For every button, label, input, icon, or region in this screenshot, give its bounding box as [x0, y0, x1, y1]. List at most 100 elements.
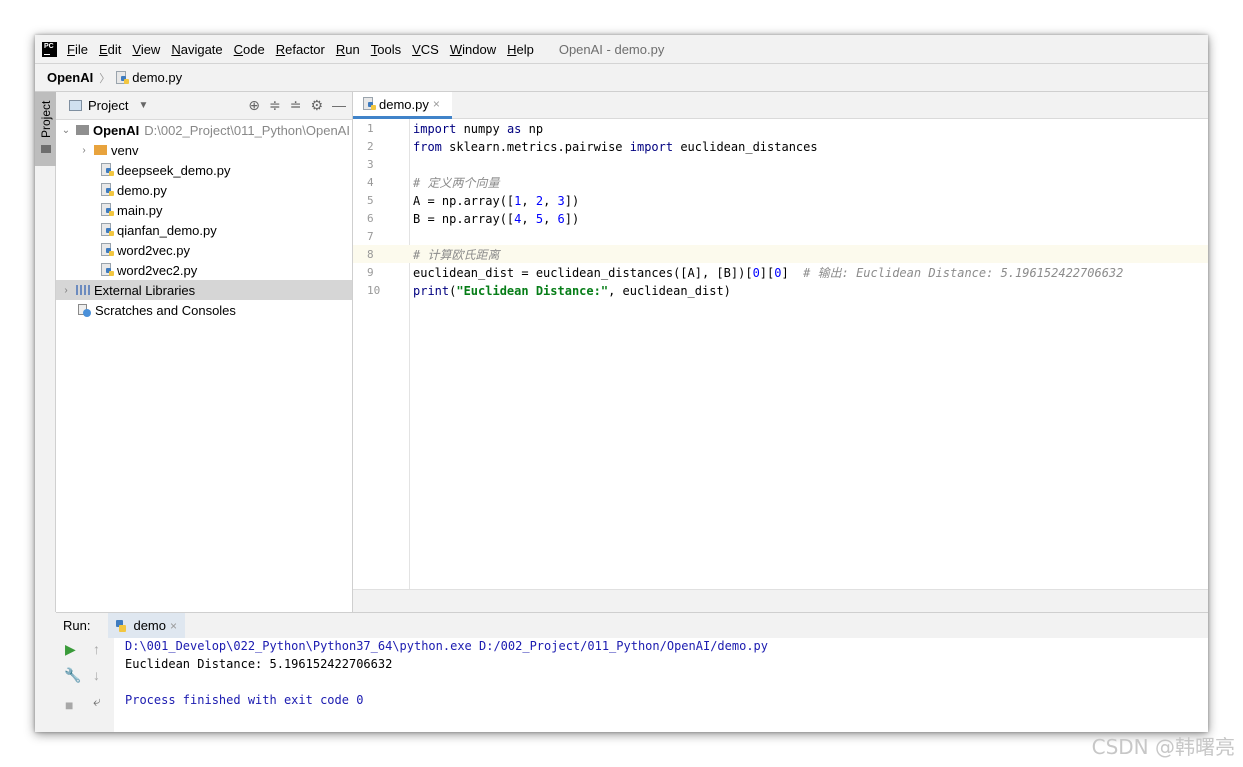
menu-window[interactable]: Window	[450, 42, 496, 57]
pycharm-logo-icon: PC	[42, 41, 57, 57]
gear-icon[interactable]: ⚙	[310, 97, 323, 114]
menu-bar: PC File Edit View Navigate Code Refactor…	[35, 35, 1208, 63]
tree-item-label: External Libraries	[94, 282, 196, 298]
tree-root-path: D:\002_Project\011_Python\OpenAI	[144, 122, 350, 138]
run-panel-header: Run: demo ×	[56, 612, 1208, 639]
up-arrow-icon[interactable]: ↑	[93, 641, 100, 657]
breadcrumb-project[interactable]: OpenAI	[47, 70, 93, 85]
line-number: 6	[367, 212, 374, 225]
tree-item-venv[interactable]: › venv	[56, 140, 352, 160]
tree-item-file[interactable]: word2vec2.py	[56, 260, 352, 280]
tree-item-file[interactable]: main.py	[56, 200, 352, 220]
tree-item-label: word2vec2.py	[117, 262, 198, 278]
menu-code[interactable]: Code	[234, 42, 265, 57]
window-title: OpenAI - demo.py	[558, 41, 665, 57]
editor-tab-bar: demo.py ×	[353, 92, 1208, 119]
project-panel-header: Project ▼ ⊕ ≑ ≐ ⚙ —	[56, 92, 352, 120]
code-area[interactable]: import numpy as np from sklearn.metrics.…	[409, 119, 1208, 589]
project-tool-tab-label: Project	[39, 100, 53, 138]
chevron-right-icon[interactable]: ›	[60, 285, 72, 296]
project-view-icon	[69, 100, 82, 111]
code-line-6: B = np.array([4, 5, 6])	[413, 212, 580, 226]
locate-icon[interactable]: ⊕	[248, 97, 260, 114]
rerun-icon[interactable]: ▶	[65, 641, 76, 658]
line-number: 7	[367, 230, 374, 243]
menu-file[interactable]: File	[67, 42, 88, 57]
code-line-10: print("Euclidean Distance:", euclidean_d…	[413, 284, 731, 298]
menu-vcs[interactable]: VCS	[412, 42, 439, 57]
collapse-all-icon[interactable]: ≐	[290, 97, 302, 114]
tree-root-name: OpenAI	[93, 122, 140, 138]
line-number: 9	[367, 266, 374, 279]
tree-item-label: main.py	[117, 202, 163, 218]
breadcrumb: OpenAI 〉 demo.py	[35, 63, 1208, 92]
line-number: 2	[367, 140, 374, 153]
menu-view[interactable]: View	[132, 42, 160, 57]
code-line-4: # 定义两个向量	[413, 176, 500, 190]
chevron-down-icon[interactable]: ⌄	[60, 125, 72, 136]
line-number: 3	[367, 158, 374, 171]
line-number-gutter: 1 2 3 4 5 6 7 8 9 10	[353, 119, 410, 589]
code-editor[interactable]: 1 2 3 4 5 6 7 8 9 10 import numpy as np …	[353, 119, 1208, 589]
python-logo-icon	[114, 619, 127, 633]
breadcrumb-file[interactable]: demo.py	[132, 70, 182, 85]
line-number: 10	[367, 284, 381, 297]
editor-tab-demo[interactable]: demo.py ×	[353, 92, 452, 119]
project-view-title[interactable]: Project	[88, 98, 128, 113]
python-file-icon	[101, 223, 114, 237]
folder-icon	[94, 145, 107, 155]
tree-item-label: venv	[111, 142, 139, 158]
python-file-icon	[101, 183, 114, 197]
line-number: 5	[367, 194, 374, 207]
run-console[interactable]: D:\001_Develop\022_Python\Python37_64\py…	[114, 638, 1208, 732]
tree-item-file[interactable]: demo.py	[56, 180, 352, 200]
tree-item-root[interactable]: ⌄ OpenAI D:\002_Project\011_Python\OpenA…	[56, 120, 352, 140]
ide-window: PC File Edit View Navigate Code Refactor…	[35, 35, 1208, 732]
code-line-5: A = np.array([1, 2, 3])	[413, 194, 580, 208]
folder-icon	[76, 125, 89, 135]
code-line-9: euclidean_dist = euclidean_distances([A]…	[413, 266, 1124, 280]
project-toolbar: ⊕ ≑ ≐ ⚙ —	[248, 97, 346, 114]
chevron-right-icon: 〉	[99, 72, 111, 85]
expand-all-icon[interactable]: ≑	[269, 97, 281, 114]
python-file-icon	[101, 163, 114, 177]
stop-icon[interactable]: ■	[65, 697, 73, 713]
project-tree: ⌄ OpenAI D:\002_Project\011_Python\OpenA…	[56, 120, 352, 320]
code-line-2: from sklearn.metrics.pairwise import euc…	[413, 140, 818, 154]
project-panel: Project ▼ ⊕ ≑ ≐ ⚙ — ⌄ OpenAI D:\002_Proj…	[56, 92, 353, 612]
tree-item-scratches[interactable]: Scratches and Consoles	[56, 300, 352, 320]
down-arrow-icon[interactable]: ↓	[93, 667, 100, 683]
wrench-icon[interactable]: 🔧	[64, 667, 81, 684]
editor-tab-label: demo.py	[379, 96, 429, 112]
project-tool-tab[interactable]: Project	[35, 92, 56, 166]
watermark: CSDN @韩曙亮	[1091, 735, 1235, 759]
console-line: Process finished with exit code 0	[125, 693, 364, 707]
chevron-right-icon[interactable]: ›	[78, 145, 90, 156]
tree-item-file[interactable]: qianfan_demo.py	[56, 220, 352, 240]
tree-item-external-libraries[interactable]: › External Libraries	[56, 280, 352, 300]
menu-help[interactable]: Help	[507, 42, 534, 57]
python-file-icon	[101, 203, 114, 217]
close-icon[interactable]: ×	[170, 619, 177, 633]
hide-icon[interactable]: —	[332, 97, 346, 114]
chevron-down-icon[interactable]: ▼	[138, 100, 148, 111]
menu-edit[interactable]: Edit	[99, 42, 121, 57]
tree-item-label: Scratches and Consoles	[95, 302, 236, 318]
console-line: Euclidean Distance: 5.196152422706632	[125, 657, 393, 671]
menu-run[interactable]: Run	[336, 42, 360, 57]
menu-navigate[interactable]: Navigate	[171, 42, 222, 57]
run-tab-demo[interactable]: demo ×	[108, 612, 186, 639]
menu-tools[interactable]: Tools	[371, 42, 401, 57]
tree-item-label: qianfan_demo.py	[117, 222, 217, 238]
tree-item-file[interactable]: deepseek_demo.py	[56, 160, 352, 180]
line-number: 8	[367, 248, 374, 261]
tree-item-file[interactable]: word2vec.py	[56, 240, 352, 260]
library-icon	[76, 285, 90, 295]
menu-refactor[interactable]: Refactor	[276, 42, 325, 57]
close-icon[interactable]: ×	[433, 97, 440, 111]
console-line: D:\001_Develop\022_Python\Python37_64\py…	[125, 639, 768, 653]
soft-wrap-icon[interactable]: ⤶	[93, 693, 101, 710]
tree-item-label: deepseek_demo.py	[117, 162, 231, 178]
